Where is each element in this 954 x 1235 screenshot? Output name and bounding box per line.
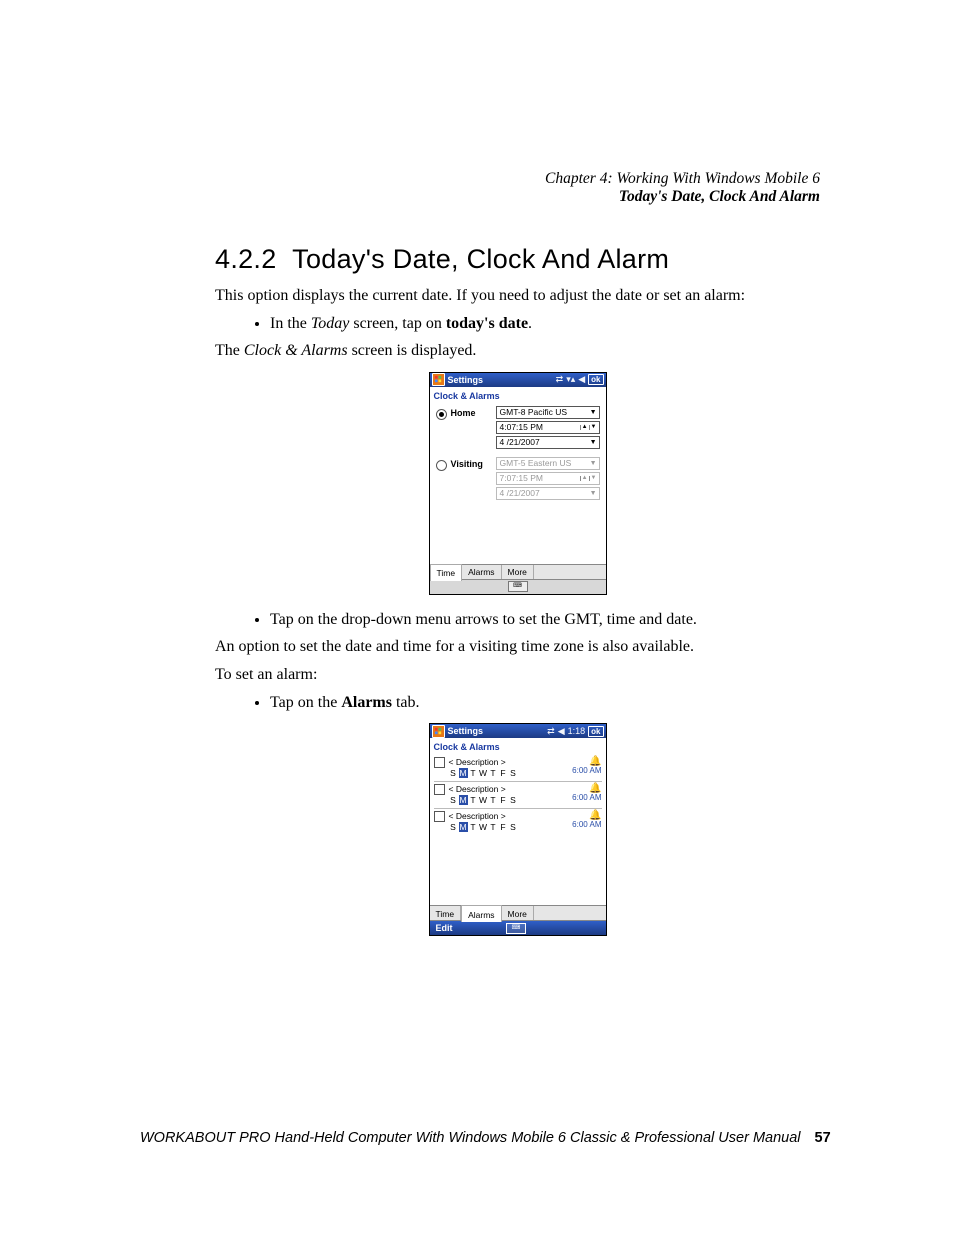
visiting-timezone-dropdown[interactable]: GMT-5 Eastern US▼	[496, 457, 600, 470]
screenshot-clock-alarms: Settings ⇄ ◀ 1:18 ok Clock & Alarms < De…	[429, 723, 607, 936]
screen-subheader: Clock & Alarms	[430, 738, 606, 755]
chevron-down-icon: ▼	[589, 490, 598, 497]
header-section: Today's Date, Clock And Alarm	[215, 188, 820, 206]
titlebar-label: Settings	[448, 375, 484, 385]
page-content: Chapter 4: Working With Windows Mobile 6…	[215, 170, 820, 950]
home-time-field[interactable]: 4:07:15 PM▲▼	[496, 421, 600, 434]
tab-time[interactable]: Time	[430, 564, 463, 581]
alarm-time[interactable]: 6:00 AM	[572, 766, 601, 775]
screenshot-clock-time: Settings ⇄ ▾▴ ◀ ok Clock & Alarms Home G…	[429, 372, 607, 595]
tab-time[interactable]: Time	[430, 906, 462, 920]
home-cluster: Home GMT-8 Pacific US▼ 4:07:15 PM▲▼ 4 /2…	[436, 406, 600, 451]
bottom-bar: Edit ⌨	[430, 920, 606, 935]
header-chapter: Chapter 4: Working With Windows Mobile 6	[215, 170, 820, 188]
start-icon[interactable]	[432, 373, 445, 386]
home-fields: GMT-8 Pacific US▼ 4:07:15 PM▲▼ 4 /21/200…	[496, 406, 600, 451]
titlebar-label: Settings	[448, 726, 484, 736]
page-number: 57	[815, 1130, 831, 1146]
visiting-cluster: Visiting GMT-5 Eastern US▼ 7:07:15 PM▲▼ …	[436, 457, 600, 502]
tab-bar: Time Alarms More	[430, 905, 606, 920]
connectivity-icon[interactable]: ⇄	[556, 374, 564, 385]
radio-home-label: Home	[451, 408, 476, 418]
footer-text: WORKABOUT PRO Hand-Held Computer With Wi…	[140, 1130, 801, 1146]
visiting-fields: GMT-5 Eastern US▼ 7:07:15 PM▲▼ 4 /21/200…	[496, 457, 600, 502]
wm-titlebar: Settings ⇄ ▾▴ ◀ ok	[430, 373, 606, 387]
alarm-days[interactable]: SMTWTFS	[449, 822, 573, 832]
alarm-info: < Description > SMTWTFS	[449, 757, 573, 778]
bullet-list-3: Tap on the Alarms tab.	[215, 692, 820, 714]
connectivity-icon[interactable]: ⇄	[547, 726, 555, 737]
visiting-option-paragraph: An option to set the date and time for a…	[215, 636, 820, 658]
tab-alarms[interactable]: Alarms	[461, 905, 501, 922]
tab-more[interactable]: More	[502, 565, 534, 579]
alarm-description[interactable]: < Description >	[449, 811, 573, 821]
system-tray: ⇄ ◀ 1:18 ok	[547, 726, 603, 737]
alarm-info: < Description > SMTWTFS	[449, 784, 573, 805]
set-alarm-paragraph: To set an alarm:	[215, 664, 820, 686]
tab-alarms[interactable]: Alarms	[462, 565, 501, 579]
alarm-description[interactable]: < Description >	[449, 784, 573, 794]
wm-titlebar: Settings ⇄ ◀ 1:18 ok	[430, 724, 606, 738]
home-timezone-dropdown[interactable]: GMT-8 Pacific US▼	[496, 406, 600, 419]
volume-icon[interactable]: ◀	[578, 374, 585, 385]
clock-alarms-displayed: The Clock & Alarms screen is displayed.	[215, 340, 820, 362]
signal-icon[interactable]: ▾▴	[566, 374, 575, 385]
bullet-alarms-tab: Tap on the Alarms tab.	[270, 692, 820, 714]
home-date-dropdown[interactable]: 4 /21/2007▼	[496, 436, 600, 449]
alarm-info: < Description > SMTWTFS	[449, 811, 573, 832]
tray-clock[interactable]: 1:18	[568, 726, 586, 736]
bullet-list-1: In the Today screen, tap on today's date…	[215, 313, 820, 335]
chevron-down-icon: ▼	[589, 409, 598, 416]
alarm-description[interactable]: < Description >	[449, 757, 573, 767]
screen-subheader: Clock & Alarms	[430, 387, 606, 404]
ok-button[interactable]: ok	[588, 374, 603, 385]
bullet-today-date: In the Today screen, tap on today's date…	[270, 313, 820, 335]
ok-button[interactable]: ok	[588, 726, 603, 737]
alarm-checkbox[interactable]	[434, 811, 445, 822]
tab-more[interactable]: More	[502, 906, 534, 920]
alarm-time[interactable]: 6:00 AM	[572, 820, 601, 829]
visiting-date-dropdown[interactable]: 4 /21/2007▼	[496, 487, 600, 500]
alarm-right: 🔔 6:00 AM	[572, 811, 601, 829]
edit-button[interactable]: Edit	[436, 923, 453, 933]
alarm-checkbox[interactable]	[434, 784, 445, 795]
alarm-checkbox[interactable]	[434, 757, 445, 768]
alarm-row[interactable]: < Description > SMTWTFS 🔔 6:00 AM	[434, 809, 602, 835]
radio-home[interactable]	[436, 409, 447, 420]
bullet-list-2: Tap on the drop-down menu arrows to set …	[215, 609, 820, 631]
keyboard-icon[interactable]: ⌨	[506, 923, 526, 934]
intro-paragraph: This option displays the current date. I…	[215, 285, 820, 307]
system-tray: ⇄ ▾▴ ◀ ok	[556, 374, 604, 385]
alarm-right: 🔔 6:00 AM	[572, 784, 601, 802]
wm-body: Home GMT-8 Pacific US▼ 4:07:15 PM▲▼ 4 /2…	[430, 404, 606, 564]
time-spinner[interactable]: ▲▼	[580, 476, 598, 481]
alarm-right: 🔔 6:00 AM	[572, 757, 601, 775]
alarm-row[interactable]: < Description > SMTWTFS 🔔 6:00 AM	[434, 755, 602, 782]
wm-body: < Description > SMTWTFS 🔔 6:00 AM < Desc…	[430, 755, 606, 905]
start-icon[interactable]	[432, 725, 445, 738]
bell-icon[interactable]: 🔔	[572, 784, 601, 793]
bell-icon[interactable]: 🔔	[572, 757, 601, 766]
page-footer: WORKABOUT PRO Hand-Held Computer With Wi…	[140, 1130, 840, 1146]
time-spinner[interactable]: ▲▼	[580, 425, 598, 430]
tab-bar: Time Alarms More	[430, 564, 606, 579]
bell-icon[interactable]: 🔔	[572, 811, 601, 820]
alarm-time[interactable]: 6:00 AM	[572, 793, 601, 802]
section-heading: Today's Date, Clock And Alarm	[292, 244, 669, 274]
volume-icon[interactable]: ◀	[558, 726, 565, 737]
bottom-bar: ⌨	[430, 579, 606, 594]
section-number: 4.2.2	[215, 244, 277, 274]
bullet-dropdowns: Tap on the drop-down menu arrows to set …	[270, 609, 820, 631]
chevron-down-icon: ▼	[589, 439, 598, 446]
chevron-down-icon: ▼	[589, 460, 598, 467]
section-title: 4.2.2 Today's Date, Clock And Alarm	[215, 244, 820, 275]
keyboard-icon[interactable]: ⌨	[508, 581, 528, 592]
radio-visiting[interactable]	[436, 460, 447, 471]
radio-visiting-label: Visiting	[451, 459, 483, 469]
alarm-row[interactable]: < Description > SMTWTFS 🔔 6:00 AM	[434, 782, 602, 809]
visiting-time-field[interactable]: 7:07:15 PM▲▼	[496, 472, 600, 485]
alarm-days[interactable]: SMTWTFS	[449, 795, 573, 805]
alarm-days[interactable]: SMTWTFS	[449, 768, 573, 778]
